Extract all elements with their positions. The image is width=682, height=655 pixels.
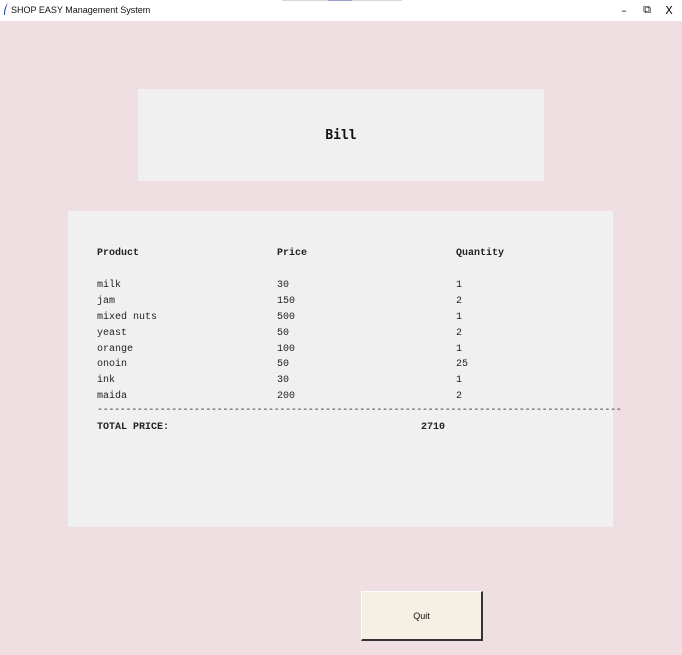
- quit-button[interactable]: Quit: [361, 591, 483, 641]
- column-header-price: Price: [277, 248, 308, 259]
- row-product: mixed nuts: [97, 312, 158, 323]
- restore-button[interactable]: ⧉: [636, 1, 658, 19]
- row-product: milk: [97, 280, 122, 291]
- row-product: ink: [97, 375, 116, 386]
- restore-icon: ⧉: [643, 3, 651, 16]
- row-price: 100: [277, 344, 296, 355]
- column-header-quantity: Quantity: [456, 248, 505, 259]
- row-price: 200: [277, 391, 296, 402]
- bill-separator: ----------------------------------------…: [97, 405, 622, 416]
- row-product: orange: [97, 344, 134, 355]
- row-price: 150: [277, 296, 296, 307]
- minimize-button[interactable]: –: [613, 1, 635, 19]
- row-quantity: 2: [456, 391, 463, 402]
- feather-icon: [4, 3, 8, 15]
- heading-panel: Bill: [138, 89, 544, 181]
- row-quantity: 2: [456, 328, 463, 339]
- row-price: 500: [277, 312, 296, 323]
- row-price: 30: [277, 280, 290, 291]
- window-title: SHOP EASY Management System: [11, 5, 151, 15]
- column-header-product: Product: [97, 248, 140, 259]
- row-product: onoin: [97, 359, 128, 370]
- row-price: 50: [277, 359, 290, 370]
- row-product: maida: [97, 391, 128, 402]
- close-icon: X: [665, 3, 673, 17]
- minimize-icon: –: [621, 3, 627, 17]
- total-label: TOTAL PRICE:: [97, 422, 170, 433]
- quit-button-label: Quit: [413, 610, 430, 621]
- row-quantity: 1: [456, 312, 463, 323]
- title-bar[interactable]: SHOP EASY Management System – ⧉ X: [0, 0, 682, 21]
- title-bar-highlight: [328, 0, 352, 1]
- row-quantity: 1: [456, 280, 463, 291]
- row-quantity: 1: [456, 375, 463, 386]
- total-value: 2710: [421, 422, 446, 433]
- row-quantity: 1: [456, 344, 463, 355]
- row-price: 50: [277, 328, 290, 339]
- page-title: Bill: [325, 127, 357, 143]
- row-product: yeast: [97, 328, 128, 339]
- row-quantity: 25: [456, 359, 469, 370]
- close-button[interactable]: X: [658, 1, 680, 19]
- row-quantity: 2: [456, 296, 463, 307]
- bill-panel: Product Price Quantity milk 30 1 jam 150…: [68, 211, 622, 527]
- row-product: jam: [97, 296, 116, 307]
- row-price: 30: [277, 375, 290, 386]
